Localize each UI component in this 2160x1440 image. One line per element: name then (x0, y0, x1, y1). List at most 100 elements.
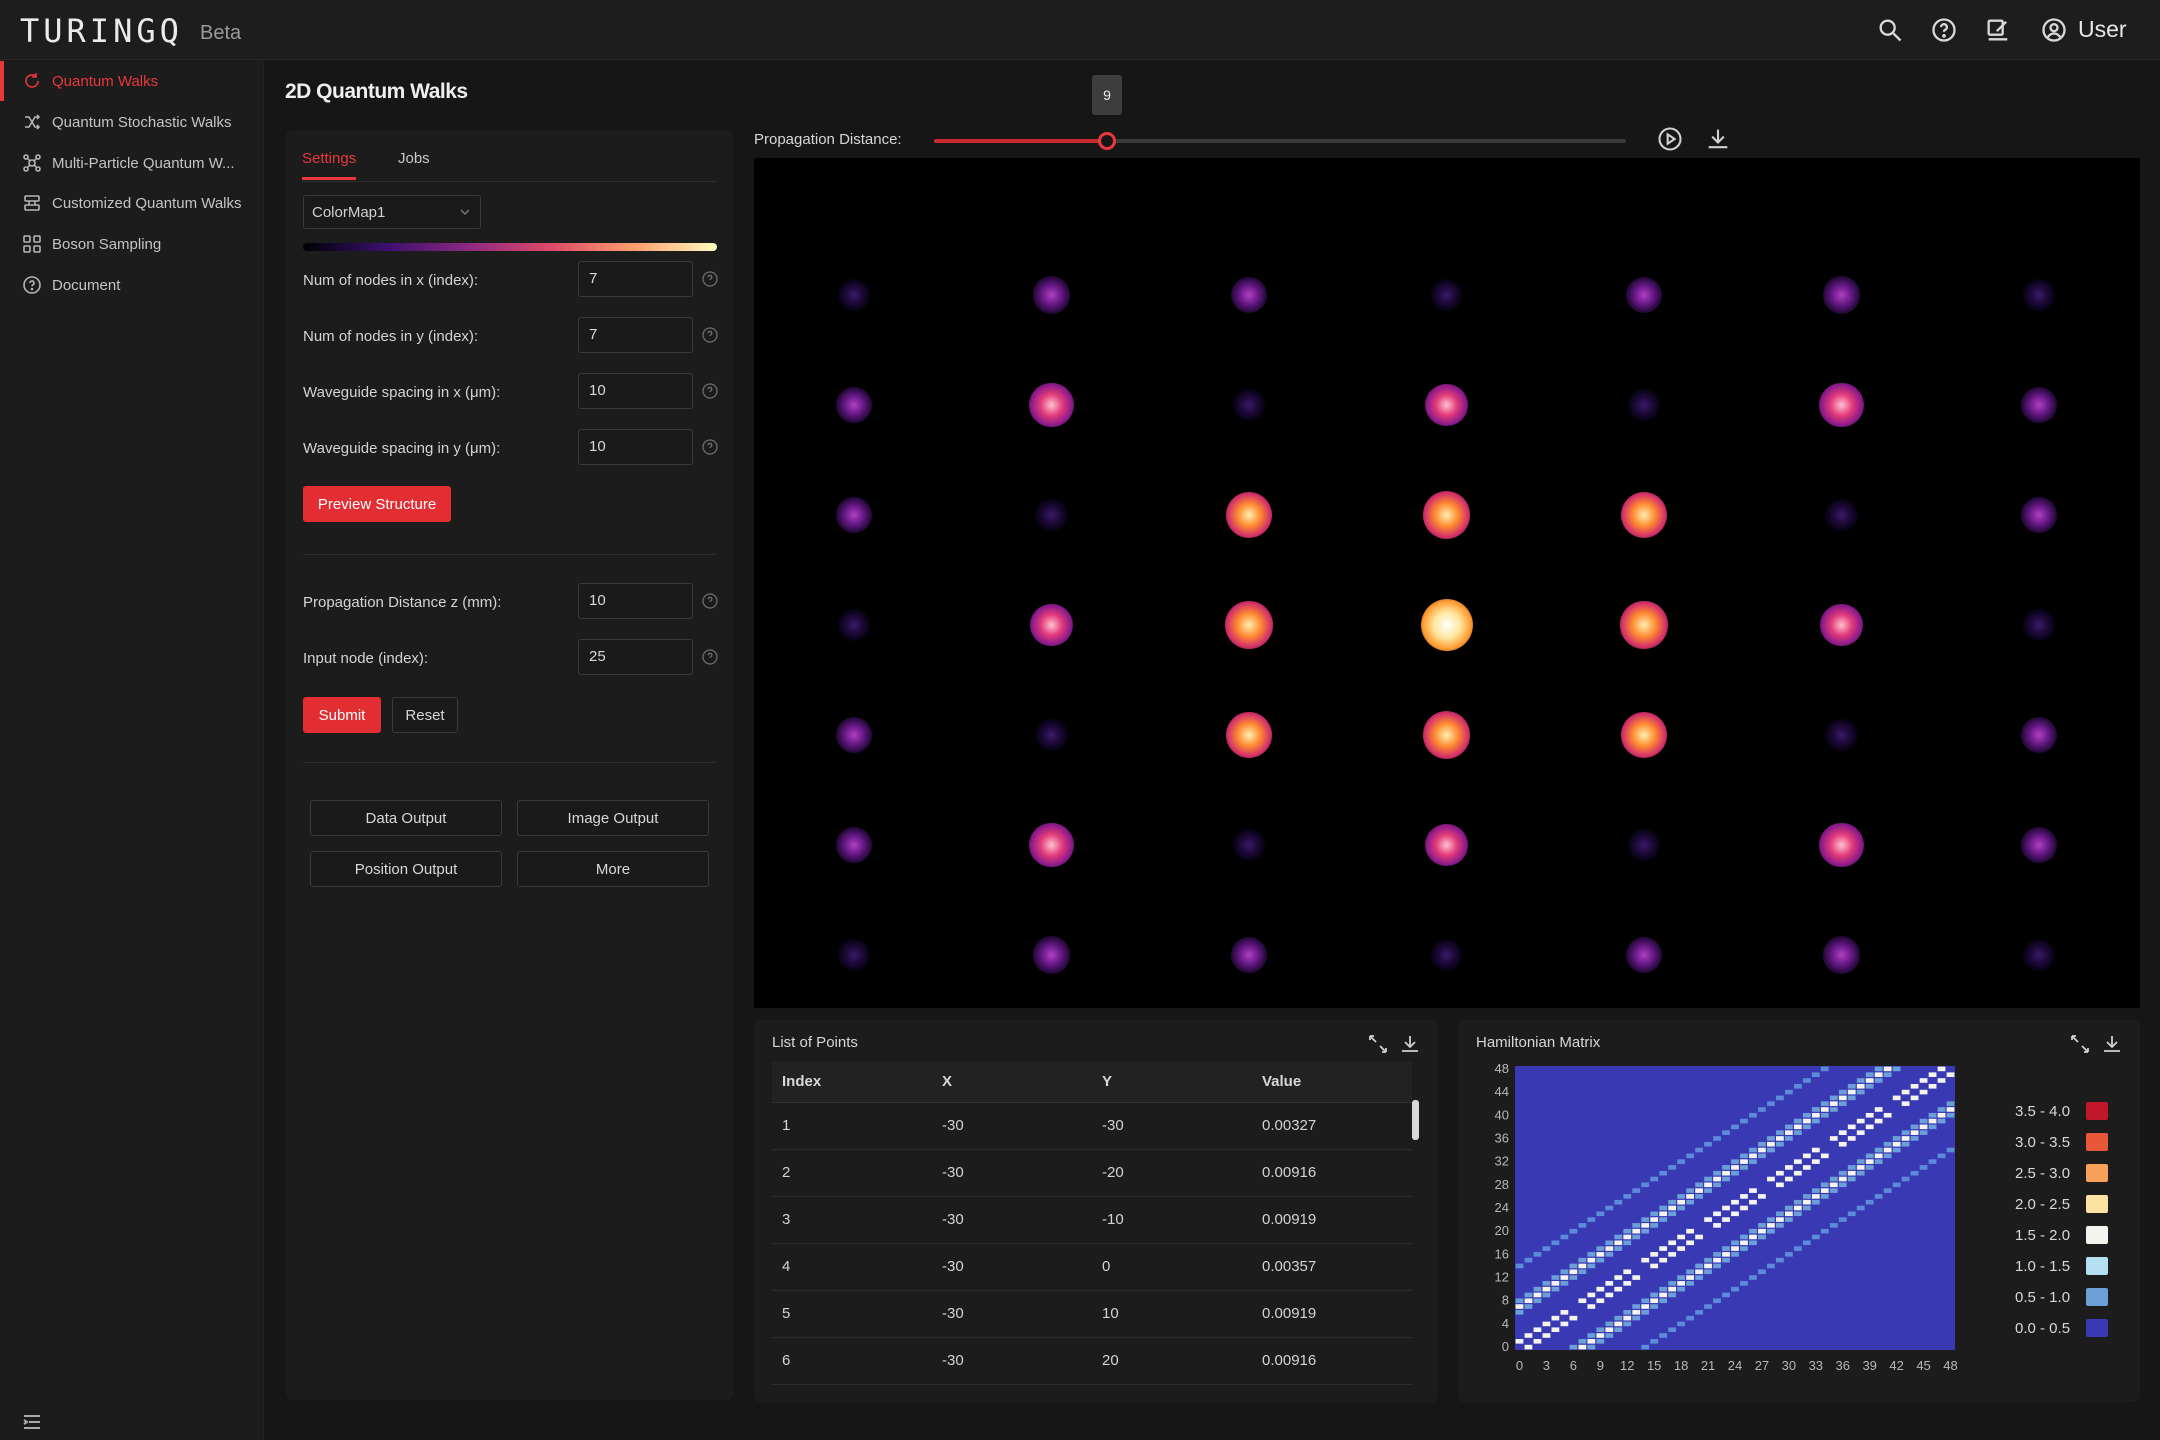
matrix-cell-coupling-diag (1910, 1136, 1919, 1141)
sidebar-item-multi-particle[interactable]: Multi-Particle Quantum W... (0, 143, 264, 183)
app-logo[interactable]: TURINGQ (20, 12, 183, 50)
column-header-value[interactable]: Value (1252, 1062, 1412, 1103)
matrix-cell-coupling-far (1874, 1194, 1883, 1199)
preview-structure-button[interactable]: Preview Structure (303, 486, 451, 522)
spacing-x-input[interactable]: 10 (578, 373, 693, 409)
matrix-cell-coupling-y (1776, 1217, 1784, 1222)
sidebar-item-document[interactable]: Document (0, 265, 264, 305)
help-icon[interactable] (701, 270, 719, 288)
propagation-slider[interactable]: 9 (934, 75, 1626, 150)
help-icon[interactable] (701, 648, 719, 666)
legend-label: 1.5 - 2.0 (2015, 1226, 2071, 1244)
column-header-y[interactable]: Y (1092, 1062, 1252, 1103)
matrix-cell-coupling-diag (1937, 1118, 1946, 1124)
matrix-cell-coupling-y (1740, 1159, 1748, 1164)
matrix-cell-coupling-y (1587, 1257, 1596, 1263)
help-icon[interactable] (701, 382, 719, 400)
tab-settings[interactable]: Settings (302, 150, 357, 180)
search-icon[interactable] (1876, 16, 1904, 44)
more-button[interactable]: More (517, 851, 709, 887)
nodes-y-input[interactable]: 7 (578, 317, 693, 353)
y-tick-label: 44 (1495, 1084, 1509, 1099)
matrix-cell-coupling-y (1650, 1298, 1659, 1304)
matrix-cell-coupling-y (1632, 1310, 1641, 1315)
edit-icon[interactable] (1984, 16, 2012, 44)
help-icon[interactable] (701, 438, 719, 456)
sidebar-item-quantum-stochastic-walks[interactable]: Quantum Stochastic Walks (0, 102, 264, 142)
matrix-cell-coupling-diag (1686, 1269, 1694, 1275)
image-output-button[interactable]: Image Output (517, 800, 709, 836)
matrix-cell-coupling-x (1515, 1339, 1524, 1344)
help-icon[interactable] (1930, 16, 1958, 44)
table-row[interactable]: 5 -30 10 0.00919 (772, 1290, 1412, 1338)
matrix-cell-coupling-diag (1838, 1170, 1847, 1176)
sidebar-item-boson-sampling[interactable]: Boson Sampling (0, 224, 264, 264)
submit-button[interactable]: Submit (303, 697, 381, 733)
tab-jobs[interactable]: Jobs (398, 150, 430, 177)
matrix-cell-coupling-x (1686, 1240, 1694, 1246)
matrix-cell-coupling-diag (1524, 1292, 1533, 1298)
matrix-cell-coupling-diag (1605, 1333, 1614, 1338)
matrix-cell-coupling-x (1793, 1170, 1802, 1176)
slider-handle[interactable] (1098, 132, 1116, 150)
matrix-cell-coupling-x (1668, 1240, 1677, 1246)
matrix-cell-coupling-diag (1614, 1246, 1623, 1251)
table-row[interactable]: 1 -30 -30 0.00327 (772, 1102, 1412, 1150)
position-output-button[interactable]: Position Output (310, 851, 502, 887)
matrix-cell-coupling-diag (1668, 1292, 1677, 1298)
input-node-input[interactable]: 25 (578, 639, 693, 675)
collapse-menu-icon[interactable] (20, 1410, 44, 1434)
matrix-cell-coupling-far (1569, 1228, 1578, 1234)
help-icon[interactable] (701, 592, 719, 610)
user-name[interactable]: User (2078, 16, 2127, 43)
download-icon[interactable] (2100, 1032, 2124, 1056)
matrix-cell-coupling-diag (1865, 1153, 1874, 1159)
help-icon[interactable] (701, 326, 719, 344)
user-avatar-icon[interactable] (2040, 16, 2068, 44)
expand-icon[interactable] (2068, 1032, 2092, 1056)
matrix-cell-coupling-diag (1749, 1147, 1757, 1153)
matrix-cell-coupling-far (1802, 1240, 1811, 1246)
download-icon[interactable] (1704, 125, 1732, 153)
matrix-cell-coupling-diag (1793, 1199, 1802, 1205)
matrix-cell-coupling-x (1731, 1211, 1739, 1217)
matrix-cell-coupling-diag (1632, 1223, 1641, 1228)
matrix-cell-coupling-far (1928, 1159, 1937, 1164)
intensity-heatmap[interactable] (754, 158, 2140, 1008)
points-panel: List of Points Index X Y Value 1 -30 -30 0.… (754, 1020, 1438, 1402)
reset-button[interactable]: Reset (392, 697, 458, 733)
spacing-y-input[interactable]: 10 (578, 429, 693, 465)
hamiltonian-panel-title: Hamiltonian Matrix (1476, 1034, 1601, 1051)
propagation-z-input[interactable]: 10 (578, 583, 693, 619)
waveguide-intensity-spot (1820, 603, 1863, 647)
x-tick-label: 30 (1782, 1358, 1796, 1373)
matrix-cell-coupling-y (1883, 1147, 1892, 1153)
data-output-button[interactable]: Data Output (310, 800, 502, 836)
sidebar-item-customized[interactable]: Customized Quantum Walks (0, 183, 264, 223)
download-icon[interactable] (1398, 1032, 1422, 1056)
column-header-x[interactable]: X (932, 1062, 1092, 1103)
matrix-cell-coupling-diag (1847, 1165, 1856, 1170)
play-icon[interactable] (1656, 125, 1684, 153)
matrix-cell-coupling-x (1937, 1078, 1946, 1083)
cell-value: 0.00357 (1252, 1243, 1412, 1291)
column-header-index[interactable]: Index (772, 1062, 932, 1103)
nodes-x-input[interactable]: 7 (578, 261, 693, 297)
matrix-cell-coupling-diag (1605, 1252, 1614, 1257)
expand-icon[interactable] (1366, 1032, 1390, 1056)
matrix-cell-coupling-diag (1614, 1315, 1623, 1321)
hamiltonian-matrix-chart[interactable]: 0 3 6 9 12 15 18 21 24 27 30 33 36 39 42 45 480481216202… (1458, 1052, 1988, 1402)
table-row[interactable]: 6 -30 20 0.00916 (772, 1337, 1412, 1385)
waveguide-intensity-spot (838, 939, 870, 971)
table-scrollbar[interactable] (1412, 1100, 1419, 1140)
matrix-cell-coupling-diag (1587, 1252, 1596, 1257)
matrix-cell-coupling-diag (1704, 1176, 1712, 1182)
table-row[interactable]: 4 -30 0 0.00357 (772, 1243, 1412, 1291)
table-row[interactable]: 2 -30 -20 0.00916 (772, 1149, 1412, 1197)
table-row[interactable]: 3 -30 -10 0.00919 (772, 1196, 1412, 1244)
matrix-cell-coupling-far (1650, 1339, 1659, 1344)
x-tick-label: 21 (1701, 1358, 1715, 1373)
matrix-cell-coupling-diag (1829, 1095, 1838, 1101)
colormap-select[interactable]: ColorMap1 (303, 195, 481, 229)
sidebar-item-quantum-walks[interactable]: Quantum Walks (0, 61, 264, 101)
